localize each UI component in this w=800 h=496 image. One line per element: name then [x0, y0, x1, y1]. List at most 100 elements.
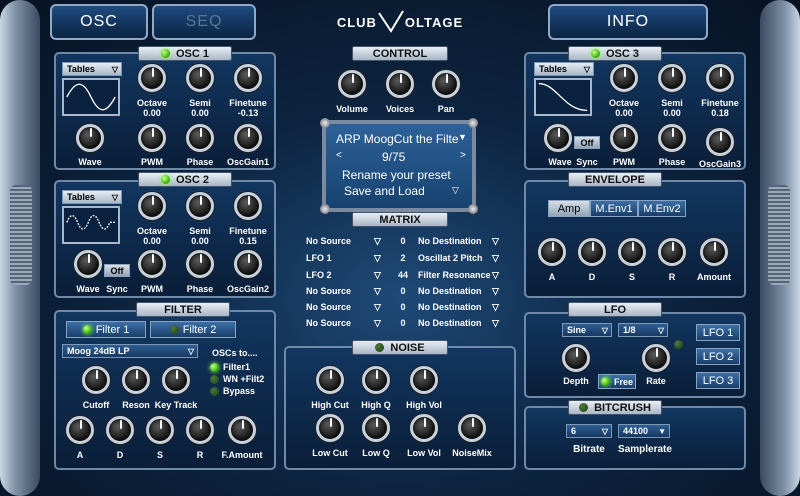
left-grip[interactable]	[10, 185, 32, 285]
matrix-destination[interactable]: No Destination	[418, 286, 482, 296]
env-amount-knob[interactable]	[700, 238, 728, 266]
osc3-pwm-knob[interactable]	[610, 124, 638, 152]
osc1-phase-knob[interactable]	[186, 124, 214, 152]
tab-osc[interactable]: OSC	[50, 4, 148, 40]
matrix-row[interactable]: No Source ▽ 0 No Destination ▽	[306, 302, 506, 316]
osc3-wave-knob[interactable]	[544, 124, 572, 152]
chevron-down-icon[interactable]: ▽	[452, 185, 459, 196]
osc2-table-select[interactable]: Tables ▽	[62, 190, 122, 204]
save-load-button[interactable]: Save and Load	[344, 184, 425, 198]
matrix-source[interactable]: LFO 2	[306, 270, 332, 280]
chevron-down-icon[interactable]: ▽	[492, 318, 499, 329]
lfo1-button[interactable]: LFO 1	[696, 324, 740, 341]
matrix-amount[interactable]: 0	[396, 286, 410, 296]
low-q-knob[interactable]	[362, 414, 390, 442]
low-vol-knob[interactable]	[410, 414, 438, 442]
matrix-amount[interactable]: 2	[396, 253, 410, 263]
chevron-down-icon[interactable]: ▽	[492, 302, 499, 313]
chevron-down-icon[interactable]: ▽	[492, 236, 499, 247]
keytrack-knob[interactable]	[162, 366, 190, 394]
osc3-header[interactable]: OSC 3	[568, 46, 662, 61]
chevron-down-icon[interactable]: ▽	[374, 253, 381, 264]
osc3-led[interactable]	[590, 49, 600, 58]
chevron-down-icon[interactable]: ▽	[492, 253, 499, 264]
right-grip[interactable]	[768, 185, 790, 285]
lfo-rate-div-select[interactable]: 1/8 ▽	[618, 323, 668, 337]
chevron-down-icon[interactable]: ▽	[374, 318, 381, 329]
chevron-down-icon[interactable]: ▽	[374, 286, 381, 297]
matrix-destination[interactable]: No Destination	[418, 302, 482, 312]
chevron-down-icon[interactable]: ▽	[492, 270, 499, 281]
chevron-down-icon[interactable]: ▽	[374, 302, 381, 313]
filter-sustain-knob[interactable]	[146, 416, 174, 444]
osc3-octave-knob[interactable]	[610, 64, 638, 92]
chevron-down-icon[interactable]: ▼	[458, 132, 467, 142]
osc2-gain-knob[interactable]	[234, 250, 262, 278]
chevron-down-icon[interactable]: ▽	[374, 270, 381, 281]
matrix-row[interactable]: LFO 2 ▽ 44 Filter Resonance ▽	[306, 270, 506, 284]
env-tab-amp[interactable]: Amp	[548, 200, 590, 217]
osc2-led[interactable]	[160, 175, 170, 184]
matrix-row[interactable]: No Source ▽ 0 No Destination ▽	[306, 236, 506, 250]
volume-knob[interactable]	[338, 70, 366, 98]
osc1-gain-knob[interactable]	[234, 124, 262, 152]
noise-led[interactable]	[375, 343, 385, 352]
osc1-wave-knob[interactable]	[76, 124, 104, 152]
lfo-rate-knob[interactable]	[642, 344, 670, 372]
preset-display[interactable]: ARP MoogCut the Filte ▼ < 9/75 > Rename …	[320, 118, 478, 214]
matrix-destination[interactable]: No Destination	[418, 318, 482, 328]
bitcrush-led[interactable]	[579, 403, 589, 412]
osc3-table-select[interactable]: Tables ▽	[534, 62, 594, 76]
osc2-octave-knob[interactable]	[138, 192, 166, 220]
osc3-phase-knob[interactable]	[658, 124, 686, 152]
samplerate-select[interactable]: 44100 ▼	[618, 424, 670, 438]
osc2-phase-knob[interactable]	[186, 250, 214, 278]
tab-seq[interactable]: SEQ	[152, 4, 256, 40]
matrix-row[interactable]: No Source ▽ 0 No Destination ▽	[306, 286, 506, 300]
osc1-semi-knob[interactable]	[186, 64, 214, 92]
matrix-amount[interactable]: 0	[396, 302, 410, 312]
osc1-table-select[interactable]: Tables ▽	[62, 62, 122, 76]
lfo-depth-knob[interactable]	[562, 344, 590, 372]
bitrate-select[interactable]: 6 ▽	[566, 424, 612, 438]
tab-info[interactable]: INFO	[548, 4, 708, 40]
lfo-sync-led[interactable]	[674, 340, 683, 349]
matrix-source[interactable]: No Source	[306, 236, 351, 246]
cutoff-knob[interactable]	[82, 366, 110, 394]
env-tab-menv2[interactable]: M.Env2	[638, 200, 686, 217]
osc3-sync-toggle[interactable]: Off	[574, 136, 600, 149]
high-q-knob[interactable]	[362, 366, 390, 394]
filter2-button[interactable]: Filter 2	[150, 321, 236, 338]
chevron-down-icon[interactable]: ▽	[374, 236, 381, 247]
matrix-amount[interactable]: 0	[396, 318, 410, 328]
filter-release-knob[interactable]	[186, 416, 214, 444]
env-decay-knob[interactable]	[578, 238, 606, 266]
low-cut-knob[interactable]	[316, 414, 344, 442]
high-vol-knob[interactable]	[410, 366, 438, 394]
noise-header[interactable]: NOISE	[352, 340, 448, 355]
route-option-filter1[interactable]: Filter1	[210, 362, 250, 372]
env-tab-menv1[interactable]: M.Env1	[590, 200, 638, 217]
matrix-source[interactable]: No Source	[306, 318, 351, 328]
matrix-destination[interactable]: Filter Resonance	[418, 270, 491, 280]
matrix-row[interactable]: LFO 1 ▽ 2 Oscillat 2 Pitch ▽	[306, 253, 506, 267]
osc2-header[interactable]: OSC 2	[138, 172, 232, 187]
filter-attack-knob[interactable]	[66, 416, 94, 444]
preset-name[interactable]: ARP MoogCut the Filte	[336, 132, 460, 146]
noise-mix-knob[interactable]	[458, 414, 486, 442]
route-option-bypass[interactable]: Bypass	[210, 386, 255, 396]
osc2-finetune-knob[interactable]	[234, 192, 262, 220]
preset-prev-button[interactable]: <	[336, 150, 342, 161]
filter1-button[interactable]: Filter 1	[66, 321, 146, 338]
high-cut-knob[interactable]	[316, 366, 344, 394]
env-sustain-knob[interactable]	[618, 238, 646, 266]
matrix-amount[interactable]: 0	[396, 236, 410, 246]
pan-knob[interactable]	[432, 70, 460, 98]
filter-type-select[interactable]: Moog 24dB LP ▽	[62, 344, 198, 358]
voices-knob[interactable]	[386, 70, 414, 98]
osc2-pwm-knob[interactable]	[138, 250, 166, 278]
resonance-knob[interactable]	[122, 366, 150, 394]
matrix-destination[interactable]: Oscillat 2 Pitch	[418, 253, 483, 263]
bitcrush-header[interactable]: BITCRUSH	[568, 400, 662, 415]
osc3-gain-knob[interactable]	[706, 128, 734, 156]
